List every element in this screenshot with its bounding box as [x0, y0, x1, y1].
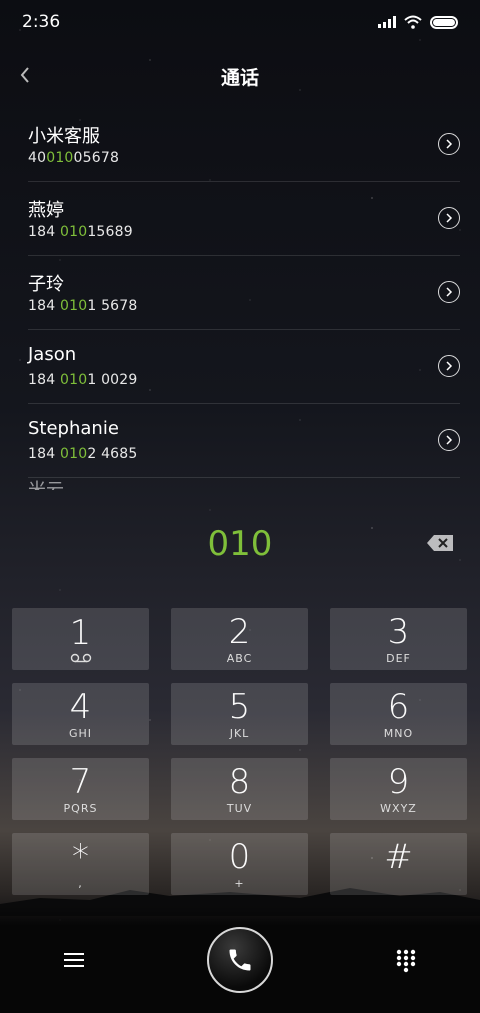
key-digit: #	[384, 837, 413, 877]
key-letters: JKL	[229, 727, 250, 740]
key-letters: TUV	[226, 802, 253, 815]
contact-name: 燕婷	[28, 200, 64, 221]
phone-icon	[229, 949, 251, 971]
contact-number: 4001005678	[28, 150, 120, 166]
key-digit: 8	[228, 762, 251, 802]
key-5[interactable]: 5 JKL	[171, 683, 308, 745]
contact-detail-button[interactable]	[438, 355, 460, 377]
chevron-right-icon	[446, 435, 453, 445]
chevron-right-icon	[446, 139, 453, 149]
key-0[interactable]: 0 +	[171, 833, 308, 895]
list-item[interactable]: Jason 184 0101 0029	[28, 330, 460, 404]
contact-detail-button[interactable]	[438, 429, 460, 451]
back-button[interactable]	[10, 60, 40, 90]
list-item[interactable]: Stephanie 184 0102 4685	[28, 404, 460, 478]
key-letters: ABC	[226, 652, 253, 665]
key-letters: +	[234, 877, 245, 890]
key-4[interactable]: 4 GHI	[12, 683, 149, 745]
chevron-right-icon	[446, 361, 453, 371]
key-6[interactable]: 6 MNO	[330, 683, 467, 745]
key-star[interactable]: * ,	[12, 833, 149, 895]
app-header: 通话	[0, 56, 480, 96]
list-item[interactable]: 小米客服 4001005678	[28, 108, 460, 182]
list-item[interactable]: 燕婷 184 01015689	[28, 182, 460, 256]
key-2[interactable]: 2 ABC	[171, 608, 308, 670]
key-7[interactable]: 7 PQRS	[12, 758, 149, 820]
number-entry: 010	[0, 520, 480, 570]
key-digit: 4	[69, 687, 92, 727]
contact-detail-button[interactable]	[438, 281, 460, 303]
contact-number: 184 01015689	[28, 224, 133, 240]
key-8[interactable]: 8 TUV	[171, 758, 308, 820]
key-letters: DEF	[386, 652, 411, 665]
list-item[interactable]: 米云	[28, 478, 460, 498]
key-digit: 7	[69, 762, 92, 802]
key-digit: 6	[387, 687, 410, 727]
key-digit: 0	[228, 837, 251, 877]
key-digit: 2	[228, 612, 251, 652]
voicemail-icon	[70, 653, 91, 663]
chevron-left-icon	[20, 67, 29, 83]
contact-number: 184 0101 5678	[28, 298, 138, 314]
chevron-right-icon	[446, 213, 453, 223]
key-letters: ,	[78, 877, 83, 890]
chevron-right-icon	[446, 287, 453, 297]
key-hash[interactable]: #	[330, 833, 467, 895]
key-digit: 3	[387, 612, 410, 652]
key-letters: MNO	[383, 727, 414, 740]
key-9[interactable]: 9 WXYZ	[330, 758, 467, 820]
status-icons	[378, 15, 458, 29]
dial-keypad: 1 2 ABC 3 DEF 4 GHI 5 JKL 6 MNO 7 PQRS 8…	[12, 608, 468, 895]
contact-number: 184 0102 4685	[28, 446, 138, 462]
status-bar: 2:36	[0, 0, 480, 44]
contact-number: 184 0101 0029	[28, 372, 138, 388]
contact-name: Jason	[28, 344, 77, 365]
key-digit: 9	[387, 762, 410, 802]
key-letters: GHI	[68, 727, 93, 740]
key-3[interactable]: 3 DEF	[330, 608, 467, 670]
wifi-icon	[404, 15, 422, 29]
call-button[interactable]	[207, 927, 273, 993]
key-digit: 1	[69, 613, 92, 653]
key-letters: PQRS	[63, 802, 98, 815]
contact-match-list: 小米客服 4001005678 燕婷 184 01015689 子玲 184 0…	[0, 108, 480, 498]
dialed-number: 010	[207, 524, 273, 564]
contact-detail-button[interactable]	[438, 207, 460, 229]
menu-icon[interactable]	[64, 953, 84, 967]
contact-detail-button[interactable]	[438, 133, 460, 155]
contact-name: 米云	[28, 476, 64, 490]
contact-name: 子玲	[28, 274, 64, 295]
key-digit: *	[72, 837, 89, 877]
backspace-button[interactable]	[426, 534, 454, 552]
key-digit: 5	[228, 687, 251, 727]
battery-icon	[430, 15, 458, 29]
status-time: 2:36	[22, 12, 61, 32]
list-item[interactable]: 子玲 184 0101 5678	[28, 256, 460, 330]
bottom-action-bar	[0, 905, 480, 1013]
signal-icon	[378, 16, 396, 28]
key-letters: WXYZ	[380, 802, 417, 815]
contact-name: Stephanie	[28, 418, 119, 439]
key-1[interactable]: 1	[12, 608, 149, 670]
page-title: 通话	[220, 66, 259, 89]
dialpad-toggle-icon[interactable]	[396, 949, 416, 973]
contact-name: 小米客服	[28, 126, 100, 147]
